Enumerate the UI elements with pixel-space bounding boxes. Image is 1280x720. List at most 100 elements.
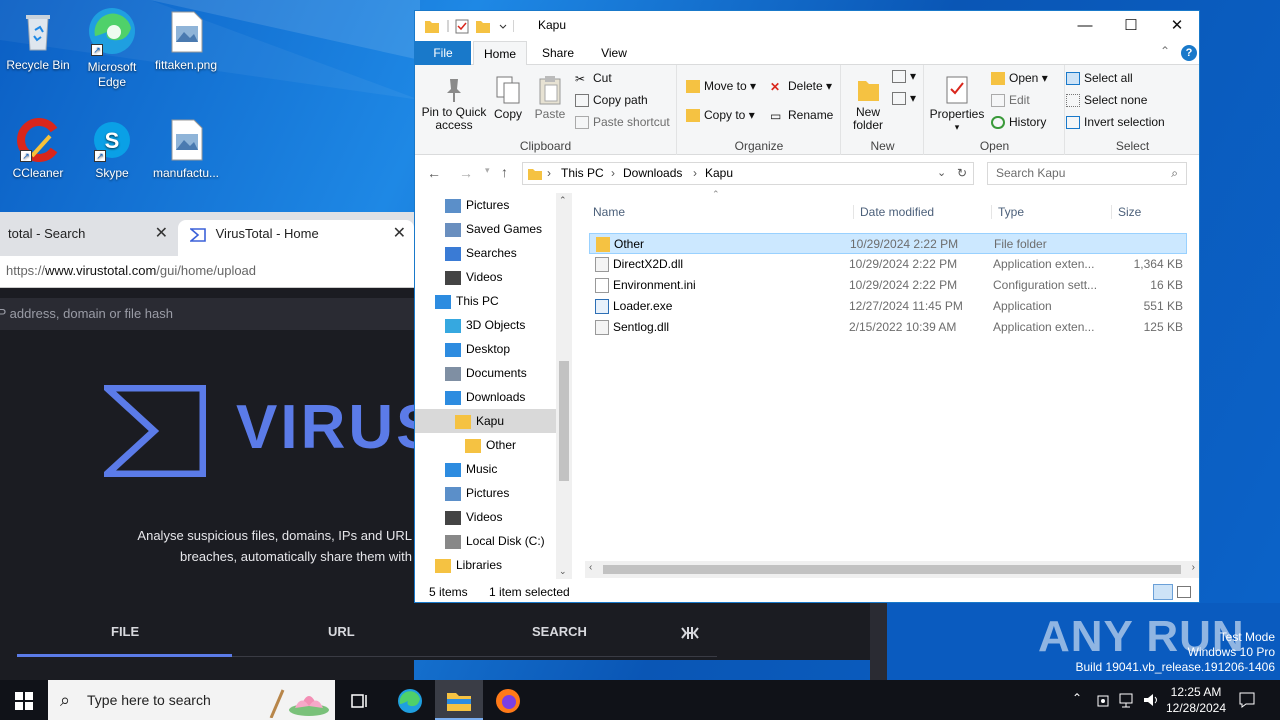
cut-button[interactable]: ✂ Cut: [575, 71, 612, 86]
browser-tab-search[interactable]: total - Search ✕: [0, 220, 176, 256]
move-to-button[interactable]: Move to ▾: [686, 79, 756, 94]
address-bar[interactable]: › This PC › Downloads › Kapu ⌄ ↻: [522, 162, 974, 185]
nav-item-videos[interactable]: Videos: [415, 505, 569, 529]
history-button[interactable]: History: [991, 115, 1046, 130]
nav-item-downloads[interactable]: Downloads: [415, 385, 569, 409]
close-tab-icon[interactable]: ✕: [393, 220, 406, 248]
help-icon[interactable]: ?: [1181, 45, 1197, 61]
browser-scrollbar[interactable]: [870, 600, 887, 680]
breadcrumb-this-pc[interactable]: This PC: [561, 163, 604, 184]
breadcrumb-downloads[interactable]: Downloads: [623, 163, 682, 184]
taskbar-file-explorer[interactable]: [435, 680, 483, 720]
file-row[interactable]: Other 10/29/2024 2:22 PM File folder: [589, 233, 1187, 254]
minimize-button[interactable]: —: [1062, 11, 1108, 41]
vt-tab-file[interactable]: FILE: [111, 624, 139, 639]
taskbar-firefox[interactable]: [484, 680, 532, 720]
network-icon[interactable]: [1118, 692, 1136, 708]
delete-button[interactable]: ✕ Delete ▾: [770, 79, 832, 94]
vt-tab-search[interactable]: SEARCH: [532, 624, 587, 639]
ribbon-tab-view[interactable]: View: [589, 41, 639, 65]
collapse-ribbon-icon[interactable]: ⌃: [1160, 44, 1170, 58]
properties-button[interactable]: Properties ▾: [929, 75, 985, 134]
start-button[interactable]: [0, 680, 48, 720]
desktop-icon-edge[interactable]: ↗ Microsoft Edge: [74, 6, 150, 90]
desktop-icon-skype[interactable]: S ↗ Skype: [74, 118, 150, 181]
file-row[interactable]: Sentlog.dll 2/15/2022 10:39 AM Application…: [589, 317, 1187, 338]
ribbon-tab-home[interactable]: Home: [473, 41, 527, 66]
large-icons-view-icon[interactable]: [1177, 586, 1191, 598]
refresh-icon[interactable]: ↻: [957, 163, 967, 184]
new-folder-button[interactable]: New folder: [846, 75, 890, 132]
select-all-button[interactable]: Select all: [1066, 71, 1133, 86]
rename-button[interactable]: ▭ Rename: [770, 108, 833, 123]
nav-item-saved-games[interactable]: Saved Games: [415, 217, 569, 241]
back-arrow-icon[interactable]: ←: [427, 165, 441, 181]
copy-to-button[interactable]: Copy to ▾: [686, 108, 755, 123]
nav-item-other[interactable]: Other: [415, 433, 569, 457]
clock[interactable]: 12:25 AM 12/28/2024: [1164, 684, 1228, 716]
nav-item-documents[interactable]: Documents: [415, 361, 569, 385]
nav-item-videos[interactable]: Videos: [415, 265, 569, 289]
nav-item-pictures[interactable]: Pictures: [415, 481, 569, 505]
nav-item-searches[interactable]: Searches: [415, 241, 569, 265]
ribbon-tab-file[interactable]: File: [415, 41, 471, 65]
select-none-button[interactable]: Select none: [1066, 93, 1147, 108]
column-header-size[interactable]: Size: [1111, 205, 1141, 219]
show-hidden-icons[interactable]: ⌃: [1072, 691, 1082, 705]
nav-item-pictures[interactable]: Pictures: [415, 193, 569, 217]
recent-locations-icon[interactable]: ▾: [485, 165, 490, 176]
browser-tab-virustotal[interactable]: VirusTotal - Home ✕: [178, 220, 414, 256]
network-security-icon[interactable]: [1096, 692, 1112, 708]
invert-selection-button[interactable]: Invert selection: [1066, 115, 1165, 130]
file-row[interactable]: Loader.exe 12/27/2024 11:45 PM Application…: [589, 296, 1187, 317]
nav-item-desktop[interactable]: Desktop: [415, 337, 569, 361]
maximize-button[interactable]: ☐: [1108, 11, 1154, 41]
up-arrow-icon[interactable]: ↑: [501, 164, 508, 180]
details-view-icon[interactable]: [1153, 584, 1173, 600]
nav-item-3d-objects[interactable]: 3D Objects: [415, 313, 569, 337]
paste-shortcut-button[interactable]: Paste shortcut: [575, 115, 670, 130]
desktop-icon-recycle-bin[interactable]: Recycle Bin: [0, 10, 76, 73]
vt-tab-vt-hunting-icon[interactable]: [681, 625, 699, 641]
new-item-button[interactable]: ▾: [892, 69, 916, 84]
file-list-scrollbar[interactable]: ‹ ›: [585, 561, 1199, 578]
forward-arrow-icon[interactable]: →: [459, 165, 473, 181]
search-input[interactable]: Search Kapu ⌕: [987, 162, 1187, 185]
edit-button[interactable]: Edit: [991, 93, 1030, 108]
taskbar-search-box[interactable]: ⌕ Type here to search: [48, 680, 335, 720]
breadcrumb-kapu[interactable]: Kapu: [705, 163, 733, 184]
column-header-name[interactable]: Name: [593, 205, 625, 219]
navpane-scrollbar[interactable]: ⌃ ⌄: [556, 193, 572, 579]
vt-search-input[interactable]: IP address, domain or file hash: [0, 298, 414, 330]
column-header-date[interactable]: Date modified: [853, 205, 934, 219]
nav-item-kapu[interactable]: Kapu: [415, 409, 569, 433]
column-header-type[interactable]: Type: [991, 205, 1024, 219]
browser-address-bar[interactable]: https://www.virustotal.com/gui/home/uplo…: [0, 256, 414, 288]
application-icon: [595, 299, 609, 314]
nav-item-libraries[interactable]: Libraries: [415, 553, 569, 577]
paste-button[interactable]: Paste: [532, 75, 568, 121]
notifications-icon[interactable]: [1238, 691, 1256, 709]
close-button[interactable]: ✕: [1154, 11, 1200, 41]
nav-item-local-disk-c[interactable]: Local Disk (C:): [415, 529, 569, 553]
nav-item-this-pc[interactable]: This PC: [415, 289, 569, 313]
pin-to-quick-access-button[interactable]: Pin to Quick access: [421, 75, 487, 132]
copy-button[interactable]: Copy: [491, 75, 525, 121]
nav-item-music[interactable]: Music: [415, 457, 569, 481]
file-row[interactable]: Environment.ini 10/29/2024 2:22 PM Configu…: [589, 275, 1187, 296]
open-button[interactable]: Open ▾: [991, 71, 1048, 86]
desktop-icon-fittaken[interactable]: fittaken.png: [148, 10, 224, 73]
desktop-icon-manufactu[interactable]: manufactu...: [148, 118, 224, 181]
easy-access-button[interactable]: ▾: [892, 91, 916, 106]
folder-icon: [528, 169, 542, 180]
address-dropdown-icon[interactable]: ⌄: [937, 163, 946, 184]
desktop-icon-ccleaner[interactable]: ↗ CCleaner: [0, 118, 76, 181]
vt-tab-url[interactable]: URL: [328, 624, 355, 639]
file-row[interactable]: DirectX2D.dll 10/29/2024 2:22 PM Applicati…: [589, 254, 1187, 275]
ribbon-tab-share[interactable]: Share: [533, 41, 583, 65]
task-view-button[interactable]: [336, 680, 384, 720]
taskbar-edge[interactable]: [386, 680, 434, 720]
close-tab-icon[interactable]: ✕: [155, 220, 168, 248]
copy-path-button[interactable]: Copy path: [575, 93, 648, 108]
volume-icon[interactable]: [1142, 692, 1160, 708]
